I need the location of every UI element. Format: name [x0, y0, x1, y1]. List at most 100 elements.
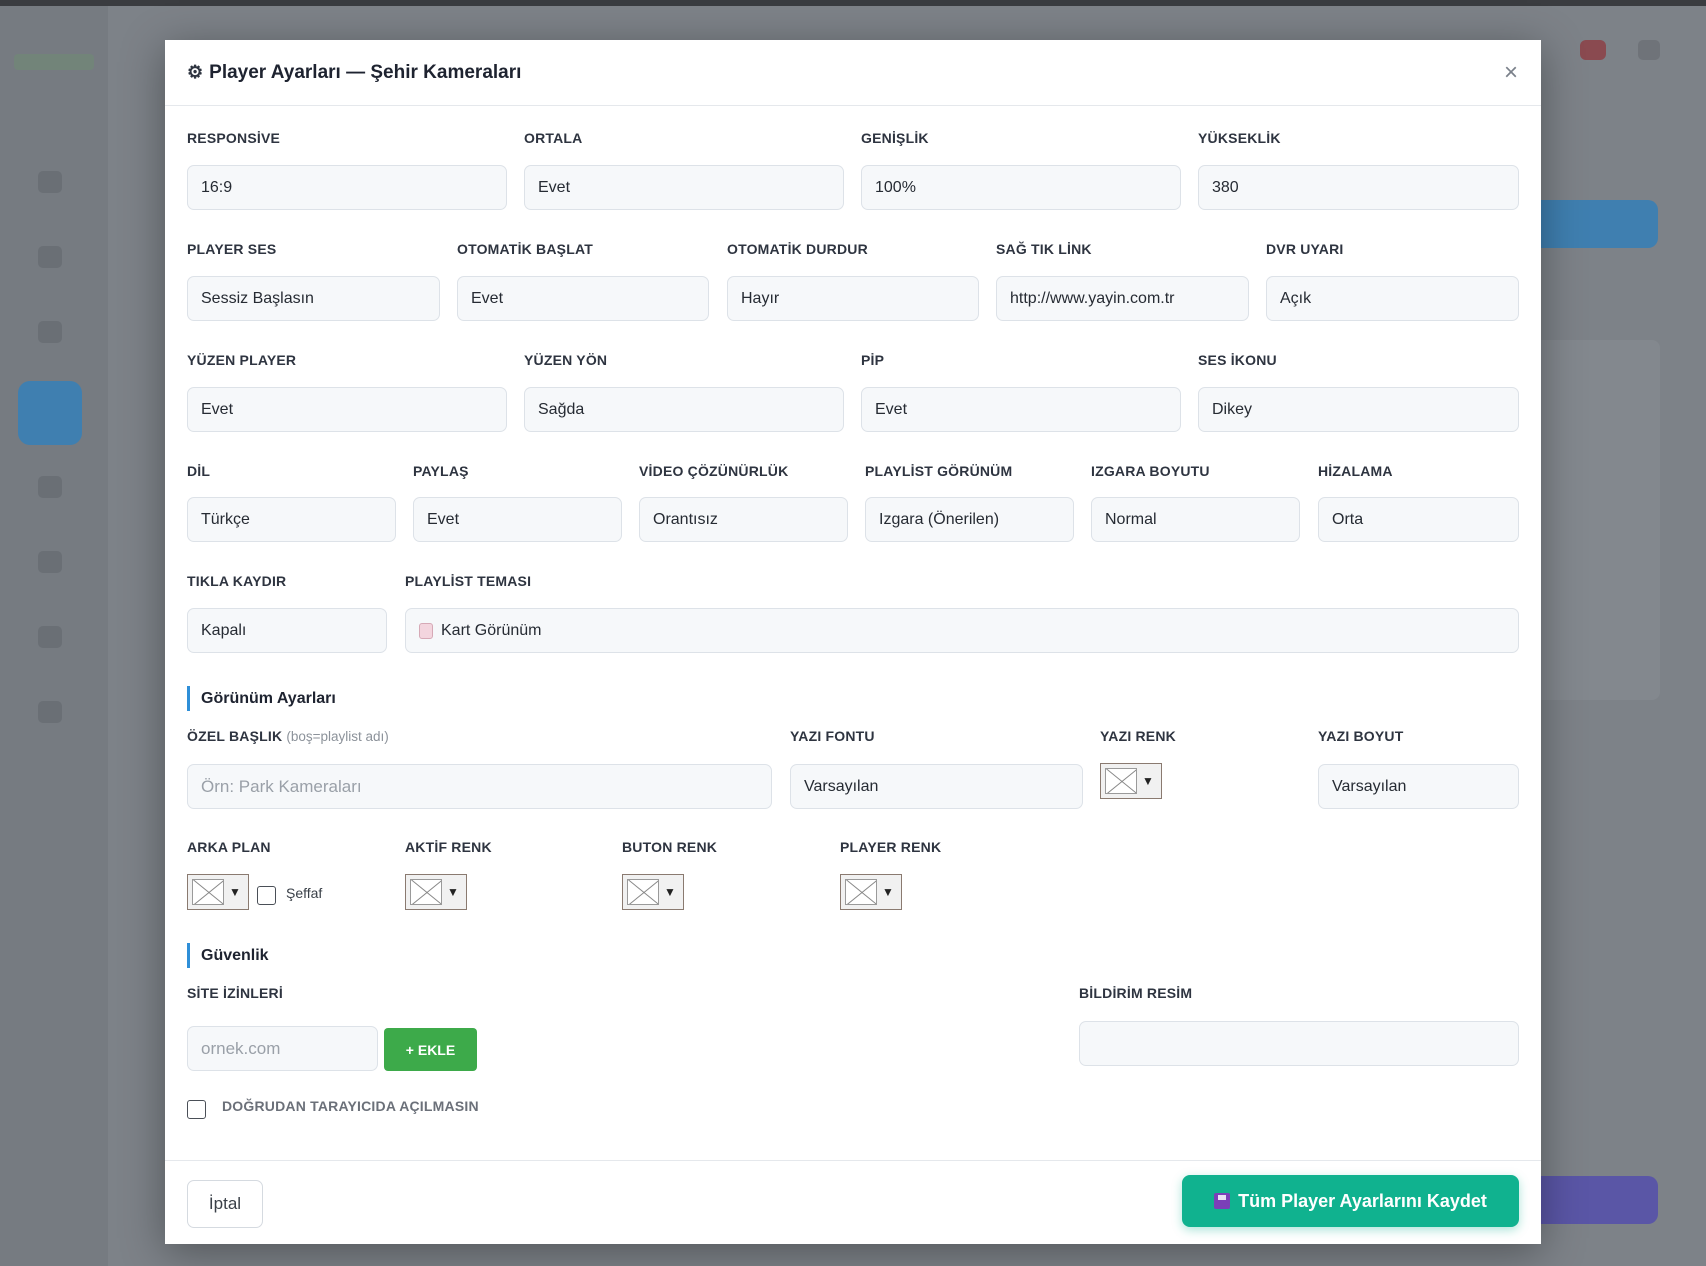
otomatik-durdur-label: OTOMATİK DURDUR	[727, 241, 868, 257]
chevron-down-icon: ▼	[664, 885, 676, 899]
player-ses-select[interactable]: Sessiz Başlasın	[187, 276, 440, 321]
sidebar-icon	[38, 246, 62, 268]
otomatik-baslat-label: OTOMATİK BAŞLAT	[457, 241, 593, 257]
genislik-input[interactable]: 100%	[861, 165, 1181, 210]
responsive-select[interactable]: 16:9	[187, 165, 507, 210]
yazi-fontu-label: YAZI FONTU	[790, 728, 875, 744]
chevron-down-icon: ▼	[1142, 774, 1154, 788]
yazi-fontu-select[interactable]: Varsayılan	[790, 764, 1083, 809]
app-topbar	[0, 0, 1706, 6]
yuzen-yon-select[interactable]: Sağda	[524, 387, 844, 432]
playlist-temasi-value: Kart Görünüm	[441, 621, 542, 639]
hizalama-select[interactable]: Orta	[1318, 497, 1519, 542]
appearance-section-title: Görünüm Ayarları	[187, 686, 336, 711]
modal-title-text: Player Ayarları — Şehir Kameraları	[209, 61, 522, 83]
yuzen-yon-label: YÜZEN YÖN	[524, 352, 608, 368]
dil-select[interactable]: Türkçe	[187, 497, 396, 542]
yukseklik-input[interactable]: 380	[1198, 165, 1519, 210]
color-swatch	[410, 879, 442, 905]
dvr-uyari-select[interactable]: Açık	[1266, 276, 1519, 321]
buton-renk-picker[interactable]: ▼	[622, 874, 684, 910]
sag-tik-link-input[interactable]: http://www.yayin.com.tr	[996, 276, 1249, 321]
seffaf-checkbox[interactable]	[257, 886, 276, 905]
ses-ikonu-select[interactable]: Dikey	[1198, 387, 1519, 432]
ozel-baslik-input[interactable]: Örn: Park Kameraları	[187, 764, 772, 809]
chevron-down-icon: ▼	[229, 885, 241, 899]
close-button[interactable]: ×	[1499, 61, 1523, 86]
playlist-temasi-label: PLAYLİST TEMASI	[405, 573, 532, 589]
responsive-label: RESPONSİVE	[187, 130, 281, 146]
color-swatch	[627, 879, 659, 905]
save-button-label: Tüm Player Ayarlarını Kaydet	[1238, 1190, 1487, 1211]
arka-plan-picker[interactable]: ▼	[187, 874, 249, 910]
arka-plan-label: ARKA PLAN	[187, 839, 271, 855]
ortala-select[interactable]: Evet	[524, 165, 844, 210]
player-renk-picker[interactable]: ▼	[840, 874, 902, 910]
bildirim-resim-label: BİLDİRİM RESİM	[1079, 985, 1193, 1001]
floppy-disk-icon	[1214, 1193, 1231, 1209]
ses-ikonu-label: SES İKONU	[1198, 352, 1277, 368]
color-swatch	[192, 879, 224, 905]
site-domain-input[interactable]: ornek.com	[187, 1026, 378, 1071]
playlist-temasi-select[interactable]: Kart Görünüm	[405, 608, 1519, 653]
yazi-renk-picker[interactable]: ▼	[1100, 763, 1162, 799]
sidebar-active-item	[18, 381, 82, 445]
chevron-down-icon: ▼	[447, 885, 459, 899]
yazi-boyut-select[interactable]: Varsayılan	[1318, 764, 1519, 809]
paylas-label: PAYLAŞ	[413, 463, 469, 479]
hizalama-label: HİZALAMA	[1318, 463, 1393, 479]
ozel-baslik-label: ÖZEL BAŞLIK (boş=playlist adı)	[187, 728, 389, 744]
save-all-settings-button[interactable]: Tüm Player Ayarlarını Kaydet	[1182, 1175, 1519, 1227]
otomatik-durdur-select[interactable]: Hayır	[727, 276, 979, 321]
site-izinleri-label: SİTE İZİNLERİ	[187, 985, 283, 1001]
genislik-label: GENİŞLİK	[861, 130, 929, 146]
aktif-renk-picker[interactable]: ▼	[405, 874, 467, 910]
security-section-title: Güvenlik	[187, 943, 269, 968]
bildirim-resim-input[interactable]	[1079, 1021, 1519, 1066]
direct-block-checkbox[interactable]	[187, 1100, 206, 1119]
video-cozunurluk-select[interactable]: Orantısız	[639, 497, 848, 542]
sidebar-icon	[38, 171, 62, 193]
sag-tik-link-label: SAĞ TIK LİNK	[996, 241, 1092, 257]
yazi-boyut-label: YAZI BOYUT	[1318, 728, 1404, 744]
background-card	[1520, 340, 1660, 700]
gear-icon: ⚙	[187, 62, 204, 82]
player-settings-modal: ⚙ Player Ayarları — Şehir Kameraları × R…	[165, 40, 1541, 1244]
ozel-baslik-hint: (boş=playlist adı)	[286, 729, 389, 744]
app-logo	[14, 54, 94, 70]
sidebar-icon	[38, 476, 62, 498]
video-cozunurluk-label: VİDEO ÇÖZÜNÜRLÜK	[639, 463, 789, 479]
sidebar-icon	[38, 321, 62, 343]
playlist-gorunum-label: PLAYLİST GÖRÜNÜM	[865, 463, 1013, 479]
cancel-button[interactable]: İptal	[187, 1180, 263, 1228]
playlist-gorunum-select[interactable]: Izgara (Önerilen)	[865, 497, 1074, 542]
izgara-boyutu-select[interactable]: Normal	[1091, 497, 1300, 542]
sidebar-icon	[38, 626, 62, 648]
dil-label: DİL	[187, 463, 211, 479]
background-button	[1528, 1176, 1658, 1224]
add-site-button[interactable]: + EKLE	[384, 1028, 477, 1071]
card-theme-icon	[419, 622, 433, 639]
yukseklik-label: YÜKSEKLİK	[1198, 130, 1281, 146]
modal-title: ⚙ Player Ayarları — Şehir Kameraları	[187, 62, 521, 84]
sidebar-icon	[38, 701, 62, 723]
seffaf-label: Şeffaf	[286, 885, 323, 901]
tikla-kaydir-select[interactable]: Kapalı	[187, 608, 387, 653]
aktif-renk-label: AKTİF RENK	[405, 839, 492, 855]
otomatik-baslat-select[interactable]: Evet	[457, 276, 709, 321]
ortala-label: ORTALA	[524, 130, 583, 146]
yuzen-player-label: YÜZEN PLAYER	[187, 352, 297, 368]
direct-block-label: DOĞRUDAN TARAYICIDA AÇILMASIN	[222, 1098, 479, 1114]
color-swatch	[845, 879, 877, 905]
modal-footer: İptal Tüm Player Ayarlarını Kaydet	[165, 1160, 1541, 1244]
pip-select[interactable]: Evet	[861, 387, 1181, 432]
izgara-boyutu-label: IZGARA BOYUTU	[1091, 463, 1210, 479]
yazi-renk-label: YAZI RENK	[1100, 728, 1176, 744]
yuzen-player-select[interactable]: Evet	[187, 387, 507, 432]
modal-header: ⚙ Player Ayarları — Şehir Kameraları ×	[165, 40, 1541, 106]
background-flag-icon	[1580, 40, 1606, 60]
paylas-select[interactable]: Evet	[413, 497, 622, 542]
background-button	[1528, 200, 1658, 248]
player-ses-label: PLAYER SES	[187, 241, 277, 257]
background-menu-icon	[1638, 40, 1660, 60]
